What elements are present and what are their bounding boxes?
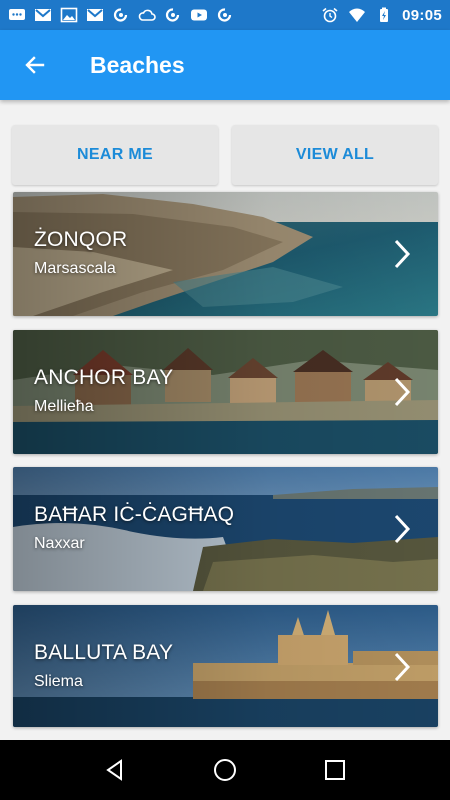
beach-name: ŻONQOR xyxy=(34,228,128,251)
view-all-button[interactable]: VIEW ALL xyxy=(232,125,438,185)
near-me-button[interactable]: NEAR ME xyxy=(12,125,218,185)
beach-name: BALLUTA BAY xyxy=(34,641,174,664)
chevron-right-icon xyxy=(394,377,411,407)
triangle-back-icon xyxy=(106,759,122,781)
beach-name: BAĦAR IĊ-ĊAGĦAQ xyxy=(34,503,235,526)
status-bar: 09:05 xyxy=(0,0,450,30)
beach-location: Marsascala xyxy=(34,260,116,277)
sync-icon xyxy=(112,7,130,23)
beach-location: Mellieħa xyxy=(34,398,94,415)
beach-location: Sliema xyxy=(34,673,83,690)
system-home-button[interactable] xyxy=(201,746,249,794)
chevron-right-icon xyxy=(394,239,411,269)
beach-card-anchor-bay[interactable]: ANCHOR BAY Mellieħa xyxy=(13,330,438,454)
beach-card-bahar-ic-caghaq[interactable]: BAĦAR IĊ-ĊAGĦAQ Naxxar xyxy=(13,467,438,591)
system-recents-button[interactable] xyxy=(311,746,359,794)
sync-icon xyxy=(164,7,182,23)
app-bar: Beaches xyxy=(0,30,450,100)
card-shade xyxy=(13,467,438,591)
card-shade xyxy=(13,192,438,316)
wifi-icon xyxy=(348,7,366,23)
back-button[interactable] xyxy=(0,30,70,100)
image-icon xyxy=(60,7,78,23)
filter-buttons: NEAR ME VIEW ALL xyxy=(12,125,438,185)
cloud-icon xyxy=(138,7,156,23)
alarm-icon xyxy=(321,7,339,23)
notification-icons xyxy=(8,7,234,23)
chevron-right-icon xyxy=(394,514,411,544)
card-shade xyxy=(13,330,438,454)
card-shade xyxy=(13,605,438,727)
sync-icon xyxy=(216,7,234,23)
battery-charging-icon xyxy=(375,7,393,23)
system-nav-bar xyxy=(0,740,450,800)
beach-location: Naxxar xyxy=(34,535,85,552)
arrow-left-icon xyxy=(25,56,45,74)
system-back-button[interactable] xyxy=(91,746,139,794)
beach-card-balluta-bay[interactable]: BALLUTA BAY Sliema xyxy=(13,605,438,727)
beach-name: ANCHOR BAY xyxy=(34,366,174,389)
system-icons: 09:05 xyxy=(321,7,442,24)
page-title: Beaches xyxy=(90,51,185,78)
circle-home-icon xyxy=(214,759,236,781)
gmail-icon xyxy=(34,7,52,23)
gmail-icon xyxy=(86,7,104,23)
square-recents-icon xyxy=(325,760,345,780)
beach-card-zonqor[interactable]: ŻONQOR Marsascala xyxy=(13,192,438,316)
status-time: 09:05 xyxy=(402,6,442,24)
youtube-icon xyxy=(190,7,208,23)
chevron-right-icon xyxy=(394,652,411,682)
message-icon xyxy=(8,7,26,23)
